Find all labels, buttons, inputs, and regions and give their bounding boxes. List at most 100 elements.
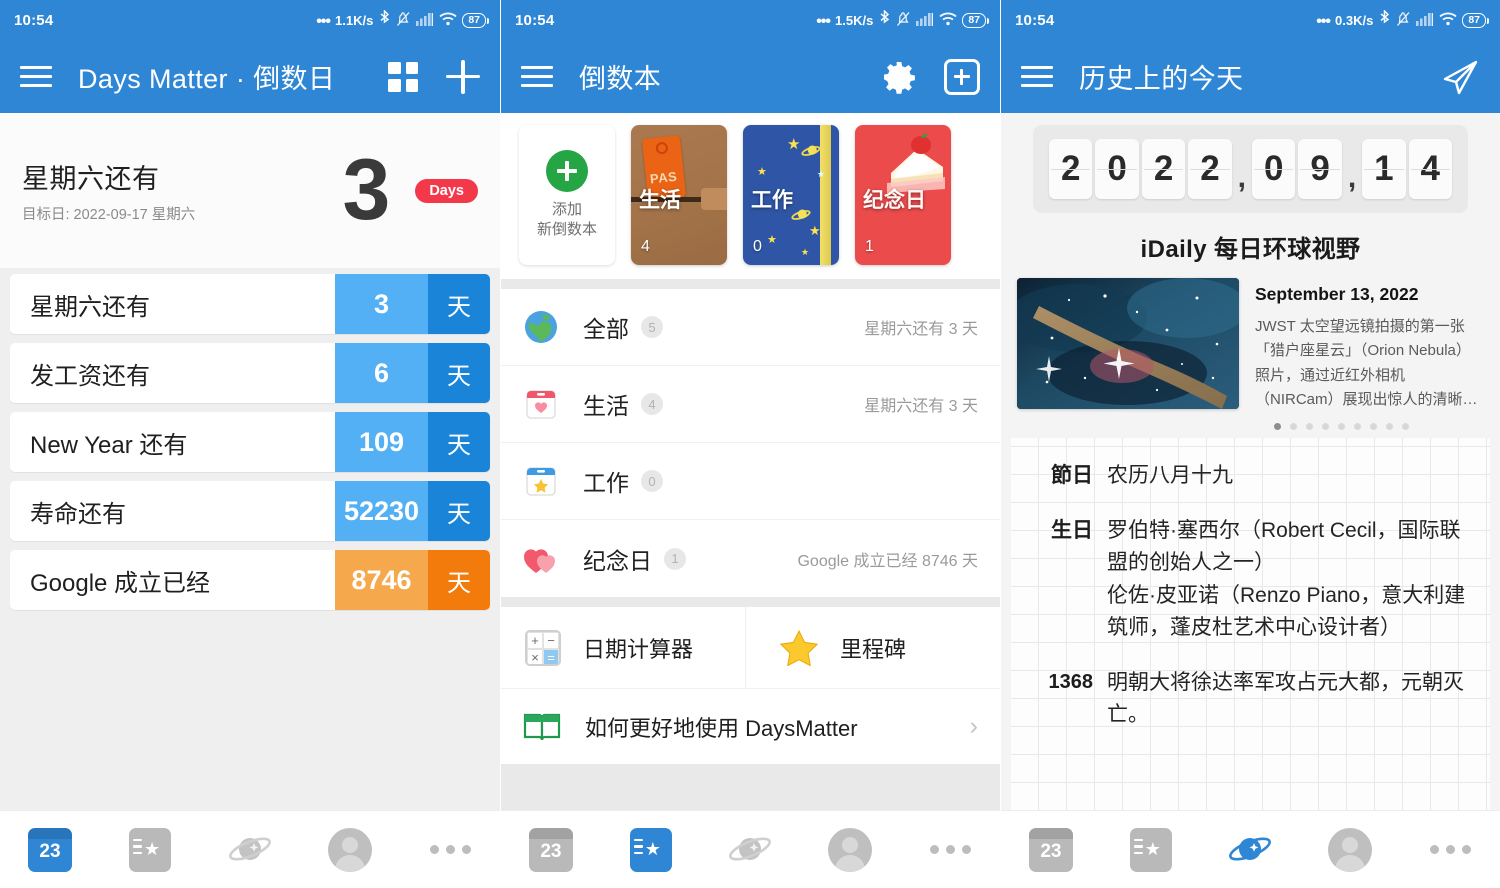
add-notebook-card[interactable]: 添加 新倒数本 <box>519 125 615 265</box>
table-row[interactable]: 星期六还有 3 天 <box>10 274 490 334</box>
carousel-dot[interactable] <box>1402 423 1409 431</box>
notebook-card-work[interactable]: ★ ★ ★ ★ ★ ★ 工作 0 <box>743 125 839 265</box>
status-dots-icon: ••• <box>316 13 331 30</box>
notebook-card-life[interactable]: 生活 4 <box>631 125 727 265</box>
nav-item-more[interactable] <box>1400 811 1500 888</box>
nav-item-notebook[interactable]: ★ <box>1101 811 1201 888</box>
app-bar: Days Matter · 倒数日 <box>0 40 500 113</box>
nav-item-profile[interactable] <box>1300 811 1400 888</box>
app-bar-actions <box>1440 57 1480 97</box>
nav-item-notebook[interactable]: ★ <box>601 811 701 888</box>
row-label: 星期六还有 <box>30 293 150 321</box>
bluetooth-icon <box>378 9 391 30</box>
star-icon: ★ <box>801 247 810 257</box>
nav-item-more[interactable] <box>400 811 500 888</box>
flip-digit: 9 <box>1298 139 1342 199</box>
carousel-dot[interactable] <box>1370 423 1377 431</box>
category-summary: Google 成立已经 8746 天 <box>797 552 978 570</box>
tool-milestone[interactable]: 里程碑 <box>745 607 1000 688</box>
nav-item-calendar[interactable]: 23 <box>501 811 601 888</box>
status-dots-icon: ••• <box>816 13 831 30</box>
bottom-navigation: 23 ★ <box>1001 810 1500 888</box>
mute-bell-icon <box>396 11 411 30</box>
notebook-name: 工作 <box>751 189 793 212</box>
history-entry: 節日 农历八月十九 <box>1029 460 1472 493</box>
nav-item-discover[interactable] <box>200 811 300 888</box>
carousel-dot[interactable] <box>1274 423 1281 431</box>
notebook-name: 纪念日 <box>863 189 926 212</box>
add-notebook-line1: 添加 <box>551 200 582 218</box>
notebook-card-anniversary[interactable]: 纪念日 1 <box>855 125 951 265</box>
network-speed: 0.3K/s <box>1335 12 1374 28</box>
nav-item-discover[interactable] <box>1201 811 1301 888</box>
status-time: 10:54 <box>1015 11 1055 29</box>
carousel-dot[interactable] <box>1306 423 1313 431</box>
table-row[interactable]: Google 成立已经 8746 天 <box>10 550 490 610</box>
status-bar: 10:54 ••• 0.3K/s 87 <box>1001 0 1500 40</box>
panel-notebooks: 10:54 ••• 1.5K/s 87 倒数本 添加 新倒数本 PAS 生活 4… <box>500 0 1000 888</box>
star-icon: ★ <box>787 136 801 153</box>
menu-icon[interactable] <box>521 65 553 88</box>
nav-item-profile[interactable] <box>800 811 900 888</box>
carousel-dot[interactable] <box>1338 423 1345 431</box>
grid-view-icon[interactable] <box>388 61 418 92</box>
nav-item-more[interactable] <box>900 811 1000 888</box>
carousel-dot[interactable] <box>1322 423 1329 431</box>
add-icon[interactable] <box>446 59 480 94</box>
calculator-icon: + − × = <box>525 629 561 666</box>
list-item[interactable]: 全部 5 星期六还有 3 天 <box>501 289 1000 366</box>
table-row[interactable]: 发工资还有 6 天 <box>10 343 490 403</box>
flip-digit: 0 <box>1095 139 1139 199</box>
carousel-dots[interactable] <box>1183 412 1500 438</box>
news-card[interactable]: September 13, 2022 JWST 太空望远镜拍摄的第一张「猎户座星… <box>1001 264 1500 412</box>
carousel-dot[interactable] <box>1386 423 1393 431</box>
carousel-dot[interactable] <box>1354 423 1361 431</box>
list-item[interactable]: 生活 4 星期六还有 3 天 <box>501 366 1000 443</box>
send-icon[interactable] <box>1440 57 1480 97</box>
calendar-heart-icon <box>523 386 559 422</box>
nav-item-discover[interactable] <box>701 811 801 888</box>
list-item[interactable]: 工作 0 <box>501 443 1000 520</box>
news-text: September 13, 2022 JWST 太空望远镜拍摄的第一张「猎户座星… <box>1255 278 1480 412</box>
category-label: 全部 <box>583 316 629 342</box>
planet-icon <box>229 837 271 860</box>
status-icons: ••• 1.1K/s 87 <box>316 9 489 30</box>
battery-indicator: 87 <box>962 12 989 28</box>
hero-countdown-card[interactable]: 星期六还有 目标日: 2022-09-17 星期六 3 Days <box>0 113 500 268</box>
help-row[interactable]: 如何更好地使用 DaysMatter › <box>501 688 1000 764</box>
page-title: Days Matter · 倒数日 <box>78 64 336 94</box>
row-label: Google 成立已经 <box>30 569 211 597</box>
tool-date-calculator[interactable]: + − × = 日期计算器 <box>501 607 745 688</box>
menu-icon[interactable] <box>1021 65 1053 88</box>
table-row[interactable]: 寿命还有 52230 天 <box>10 481 490 541</box>
menu-icon[interactable] <box>20 65 52 88</box>
row-value: 6 <box>335 343 428 403</box>
row-value: 8746 <box>335 550 428 610</box>
nav-item-notebook[interactable]: ★ <box>100 811 200 888</box>
nav-item-calendar[interactable]: 23 <box>1001 811 1101 888</box>
star-icon: ★ <box>817 169 826 179</box>
carousel-dot[interactable] <box>1290 423 1297 431</box>
gear-icon[interactable] <box>882 60 916 94</box>
page-title: 历史上的今天 <box>1079 64 1244 94</box>
nav-item-profile[interactable] <box>300 811 400 888</box>
add-box-icon[interactable] <box>944 58 980 95</box>
calendar-icon: 23 <box>1028 827 1073 872</box>
table-row[interactable]: New Year 还有 109 天 <box>10 412 490 472</box>
mute-bell-icon <box>896 11 911 30</box>
chevron-right-icon: › <box>969 712 978 740</box>
flip-separator: , <box>1347 161 1357 194</box>
flip-digit: 1 <box>1362 139 1406 199</box>
app-bar-actions <box>388 59 480 94</box>
calendar-icon: 23 <box>28 827 72 872</box>
nav-item-calendar[interactable]: 23 <box>0 811 100 888</box>
list-item[interactable]: 纪念日 1 Google 成立已经 8746 天 <box>501 520 1000 597</box>
flip-separator: , <box>1237 161 1246 194</box>
star-icon <box>780 629 818 666</box>
app-bar: 倒数本 <box>501 40 1000 113</box>
mute-bell-icon <box>1396 11 1411 30</box>
flip-digit: 2 <box>1188 139 1232 199</box>
battery-indicator: 87 <box>462 12 489 28</box>
idaily-title: iDaily 每日环球视野 <box>1140 236 1361 263</box>
cellular-signal-icon <box>416 12 434 29</box>
